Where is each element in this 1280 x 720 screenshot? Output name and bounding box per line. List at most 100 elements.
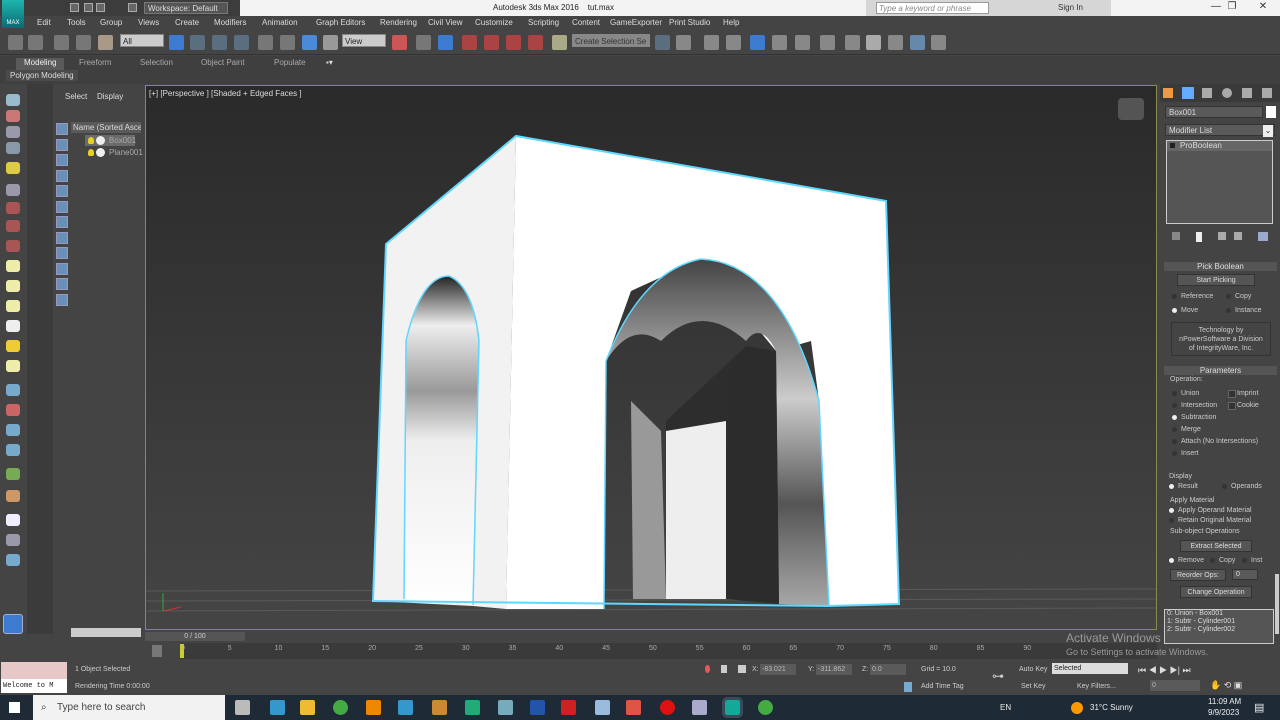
start-picking-button[interactable]: Start Picking [1177,274,1255,286]
grid-icon[interactable] [6,142,20,154]
remove-modifier-icon[interactable] [1234,232,1242,240]
copy-radio[interactable]: Copy [1226,292,1251,301]
sphere-icon[interactable] [6,184,20,196]
foliage-icon[interactable] [6,468,20,480]
filter-groups-icon[interactable] [56,216,68,228]
remove-radio[interactable]: Remove [1169,556,1204,565]
sun-icon[interactable] [6,340,20,352]
subtraction-radio[interactable]: Subtraction [1172,413,1216,422]
time-tag-icon[interactable] [904,682,912,692]
current-frame-field[interactable]: 0 [1150,680,1200,691]
attach-radio[interactable]: Attach (No Intersections) [1172,437,1258,446]
motion-tab-icon[interactable] [1222,88,1232,98]
ribbon-options-icon[interactable]: ▪▾ [326,58,333,70]
filter-lights-icon[interactable] [56,154,68,166]
undo-icon[interactable] [8,35,23,50]
name-column-header[interactable]: Name (Sorted Ascending) [71,122,141,133]
add-time-tag-button[interactable]: Add Time Tag [921,683,964,690]
menu-animation[interactable]: Animation [262,18,298,27]
menu-civil-view[interactable]: Civil View [428,18,463,27]
move-icon[interactable] [258,35,273,50]
pin-stack-icon[interactable] [1172,232,1180,240]
set-key-button[interactable]: Set Key [1021,683,1046,690]
explorer-select-menu[interactable]: Select [65,92,87,101]
particle-icon[interactable] [6,384,20,396]
manipulate-icon[interactable] [416,35,431,50]
spinner-snap-icon[interactable] [528,35,543,50]
filter-cameras-icon[interactable] [56,170,68,182]
sign-in-button[interactable]: Sign In [1058,3,1083,12]
curve-editor-icon[interactable] [772,35,787,50]
menu-gameexporter[interactable]: GameExporter [610,18,662,27]
filter-helpers-icon[interactable] [56,185,68,197]
mini-curve-editor-icon[interactable] [152,645,162,657]
command-panel-scrollbar[interactable] [1275,574,1279,634]
material-editor-icon[interactable] [820,35,835,50]
object-name-field[interactable]: Box001 [1165,106,1263,118]
reorder-ops-spinner[interactable]: 0 [1232,569,1258,580]
auto-key-button[interactable]: Auto Key [1019,666,1047,673]
taskbar-search[interactable]: ⌕ Type here to search [33,695,225,720]
rotate-icon[interactable] [280,35,295,50]
excel-icon[interactable] [465,700,480,715]
a360-gallery-icon[interactable] [931,35,946,50]
teapot-icon[interactable] [6,94,20,106]
weather-text[interactable]: 31°C Sunny [1090,703,1133,712]
playback-controls[interactable]: ⏮ ◀ ▶ ▶| ⏭ [1138,665,1191,676]
snaps-toggle-icon[interactable] [462,35,477,50]
project-folder-icon[interactable] [128,3,137,12]
winrar-icon[interactable] [432,700,447,715]
globe-icon[interactable] [6,444,20,456]
tab-freeform[interactable]: Freeform [79,58,111,70]
retain-original-material-radio[interactable]: Retain Original Material [1169,516,1251,525]
spacewarp-icon[interactable] [6,240,20,252]
reference-coordinate-dropdown[interactable]: View [342,34,386,47]
show-end-result-icon[interactable] [1196,232,1202,242]
tab-object-paint[interactable]: Object Paint [201,58,245,70]
edge-icon[interactable] [270,700,285,715]
windows-start-icon[interactable] [9,702,20,713]
viewport-navigation-controls[interactable]: ✋ ⟲ ▣ [1210,680,1242,691]
align-icon[interactable] [676,35,691,50]
keyboard-shortcut-override-icon[interactable] [438,35,453,50]
selection-region-icon[interactable] [212,35,227,50]
result-radio[interactable]: Result [1169,482,1198,491]
app-icon[interactable] [498,700,513,715]
menu-help[interactable]: Help [723,18,739,27]
copy-subobj-radio[interactable]: Copy [1210,556,1235,565]
menu-create[interactable]: Create [175,18,199,27]
app-logo[interactable]: MAX [2,0,24,28]
reference-radio[interactable]: Reference [1172,292,1213,301]
clock-time[interactable]: 11:09 AM [1208,697,1241,706]
change-operation-button[interactable]: Change Operation [1180,586,1252,598]
render-setup-icon[interactable] [845,35,860,50]
display-tab-icon[interactable] [1242,88,1252,98]
chrome-icon[interactable] [333,700,348,715]
notifications-icon[interactable]: ▤ [1254,701,1264,714]
perspective-viewport[interactable]: [+] [Perspective ] [Shaded + Edged Faces… [145,85,1157,630]
menu-group[interactable]: Group [100,18,122,27]
paint-app-icon[interactable] [692,700,707,715]
make-unique-icon[interactable] [1218,232,1226,240]
edit-named-selection-icon[interactable] [552,35,567,50]
mail-icon[interactable] [398,700,413,715]
select-by-name-icon[interactable] [190,35,205,50]
z-coordinate-field[interactable]: 0.0 [870,664,906,675]
stack-item-proboolean[interactable]: ProBoolean [1167,141,1272,151]
tab-modeling[interactable]: Modeling [16,58,65,70]
menu-print-studio[interactable]: Print Studio [669,18,710,27]
menu-scripting[interactable]: Scripting [528,18,559,27]
vlc-icon[interactable] [366,700,381,715]
maxscript-listener-output[interactable] [1,662,67,679]
light-bulb-icon[interactable] [88,137,94,144]
key-mode-dropdown[interactable]: Selected [1052,663,1128,674]
track-bar[interactable]: 0 5 10 15 20 25 30 35 40 45 50 55 60 65 70 75 80 85 90 [180,643,1157,659]
pivot-center-icon[interactable] [392,35,407,50]
create-tab-icon[interactable] [1163,88,1173,98]
object-color-swatch[interactable] [1266,106,1276,118]
menu-edit[interactable]: Edit [37,18,51,27]
tab-selection[interactable]: Selection [140,58,173,70]
scale-icon[interactable] [302,35,317,50]
powerpoint-icon[interactable] [626,700,641,715]
explorer-display-menu[interactable]: Display [97,92,123,101]
